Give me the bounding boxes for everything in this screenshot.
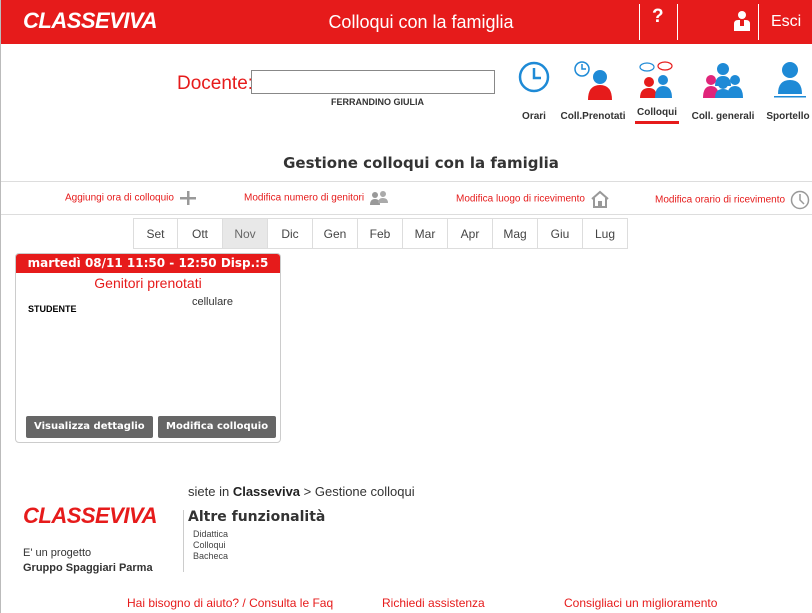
- edit-location-label: Modifica luogo di ricevimento: [456, 193, 585, 205]
- request-support-link[interactable]: Richiedi assistenza: [382, 596, 485, 610]
- nav-sportello[interactable]: Sportello: [763, 60, 812, 122]
- month-tab-gen[interactable]: Gen: [313, 218, 358, 249]
- month-tab-set[interactable]: Set: [133, 218, 178, 249]
- topbar-divider: [639, 4, 640, 40]
- nav-coll-generali[interactable]: Coll. generali: [691, 60, 755, 122]
- single-user-icon: [774, 62, 806, 98]
- teacher-label: Docente:: [177, 73, 254, 94]
- nav-label-colloqui: Colloqui: [637, 107, 677, 118]
- topbar-divider: [677, 4, 678, 40]
- breadcrumb: siete in Classeviva > Gestione colloqui: [188, 484, 415, 499]
- page: CLASSEVIVA Colloqui con la famiglia ? Es…: [0, 0, 812, 613]
- month-tabs: Set Ott Nov Dic Gen Feb Mar Apr Mag Giu …: [133, 218, 628, 249]
- breadcrumb-current: > Gestione colloqui: [300, 484, 415, 499]
- slot-header: martedì 08/11 11:50 - 12:50 Disp.:5: [16, 254, 280, 273]
- edit-location-action[interactable]: Modifica luogo di ricevimento: [456, 190, 610, 208]
- view-detail-button[interactable]: Visualizza dettaglio: [26, 416, 153, 438]
- link-colloqui[interactable]: Colloqui: [193, 540, 228, 551]
- project-text: E' un progetto: [23, 547, 92, 559]
- month-tab-apr[interactable]: Apr: [448, 218, 493, 249]
- nav-coll-prenotati[interactable]: Coll.Prenotati: [559, 60, 627, 122]
- page-title: Gestione colloqui con la famiglia: [283, 154, 559, 172]
- nav-colloqui[interactable]: Colloqui: [635, 60, 679, 124]
- footer-logo: CLASSEVIVA: [23, 503, 157, 528]
- user-icon[interactable]: [733, 10, 751, 32]
- topbar-divider: [758, 4, 759, 40]
- month-tab-dic[interactable]: Dic: [268, 218, 313, 249]
- people-icon: [369, 191, 388, 205]
- breadcrumb-prefix: siete in: [188, 484, 233, 499]
- actions-bar: Aggiungi ora di colloquio Modifica numer…: [1, 181, 812, 215]
- meeting-icon: [639, 61, 673, 98]
- suggest-improvement-link[interactable]: Consigliaci un miglioramento: [564, 596, 717, 610]
- add-slot-label: Aggiungi ora di colloquio: [65, 192, 174, 204]
- logout-button[interactable]: Esci: [771, 13, 801, 31]
- slot-subtitle: Genitori prenotati: [94, 275, 202, 291]
- link-didattica[interactable]: Didattica: [193, 529, 228, 540]
- footer-divider: [183, 510, 184, 572]
- edit-time-action[interactable]: Modifica orario di ricevimento: [655, 190, 810, 210]
- booked-user-icon: [574, 61, 612, 100]
- teacher-name: FERRANDINO GIULIA: [331, 97, 424, 107]
- plus-icon: [179, 191, 196, 205]
- edit-parents-action[interactable]: Modifica numero di genitori: [244, 190, 389, 206]
- link-bacheca[interactable]: Bacheca: [193, 551, 228, 562]
- month-tab-ott[interactable]: Ott: [178, 218, 223, 249]
- clock-icon: [518, 61, 550, 93]
- nav-orari[interactable]: Orari: [511, 60, 557, 122]
- meeting-slot-card: martedì 08/11 11:50 - 12:50 Disp.:5 Geni…: [15, 253, 281, 443]
- edit-parents-label: Modifica numero di genitori: [244, 192, 365, 204]
- company-name: Gruppo Spaggiari Parma: [23, 562, 153, 574]
- help-button[interactable]: ?: [652, 6, 664, 28]
- month-tab-lug[interactable]: Lug: [583, 218, 628, 249]
- breadcrumb-root[interactable]: Classeviva: [233, 484, 300, 499]
- top-bar: CLASSEVIVA Colloqui con la famiglia ? Es…: [1, 0, 812, 44]
- edit-time-label: Modifica orario di ricevimento: [655, 194, 786, 206]
- nav-label-sportello: Sportello: [766, 111, 810, 122]
- nav-label-coll-prenotati: Coll.Prenotati: [560, 111, 626, 122]
- other-features-links: Didattica Colloqui Bacheca: [193, 529, 228, 562]
- home-icon: [591, 190, 609, 208]
- month-tab-giu[interactable]: Giu: [538, 218, 583, 249]
- nav-label-coll-generali: Coll. generali: [691, 111, 755, 122]
- month-tab-mag[interactable]: Mag: [493, 218, 538, 249]
- teacher-search-input[interactable]: [251, 70, 495, 94]
- column-phone: cellulare: [192, 296, 233, 308]
- group-icon: [703, 63, 743, 98]
- edit-meeting-button[interactable]: Modifica colloquio: [158, 416, 277, 438]
- help-faq-link[interactable]: Hai bisogno di aiuto? / Consulta le Faq: [127, 596, 333, 610]
- app-title: Colloqui con la famiglia: [328, 12, 514, 32]
- add-slot-action[interactable]: Aggiungi ora di colloquio: [65, 190, 197, 206]
- month-tab-mar[interactable]: Mar: [403, 218, 448, 249]
- column-student: STUDENTE: [28, 304, 77, 314]
- clock-icon: [790, 190, 810, 210]
- month-tab-nov[interactable]: Nov: [223, 218, 268, 249]
- other-features-title: Altre funzionalità: [188, 509, 326, 525]
- month-tab-feb[interactable]: Feb: [358, 218, 403, 249]
- nav-label-orari: Orari: [522, 111, 546, 122]
